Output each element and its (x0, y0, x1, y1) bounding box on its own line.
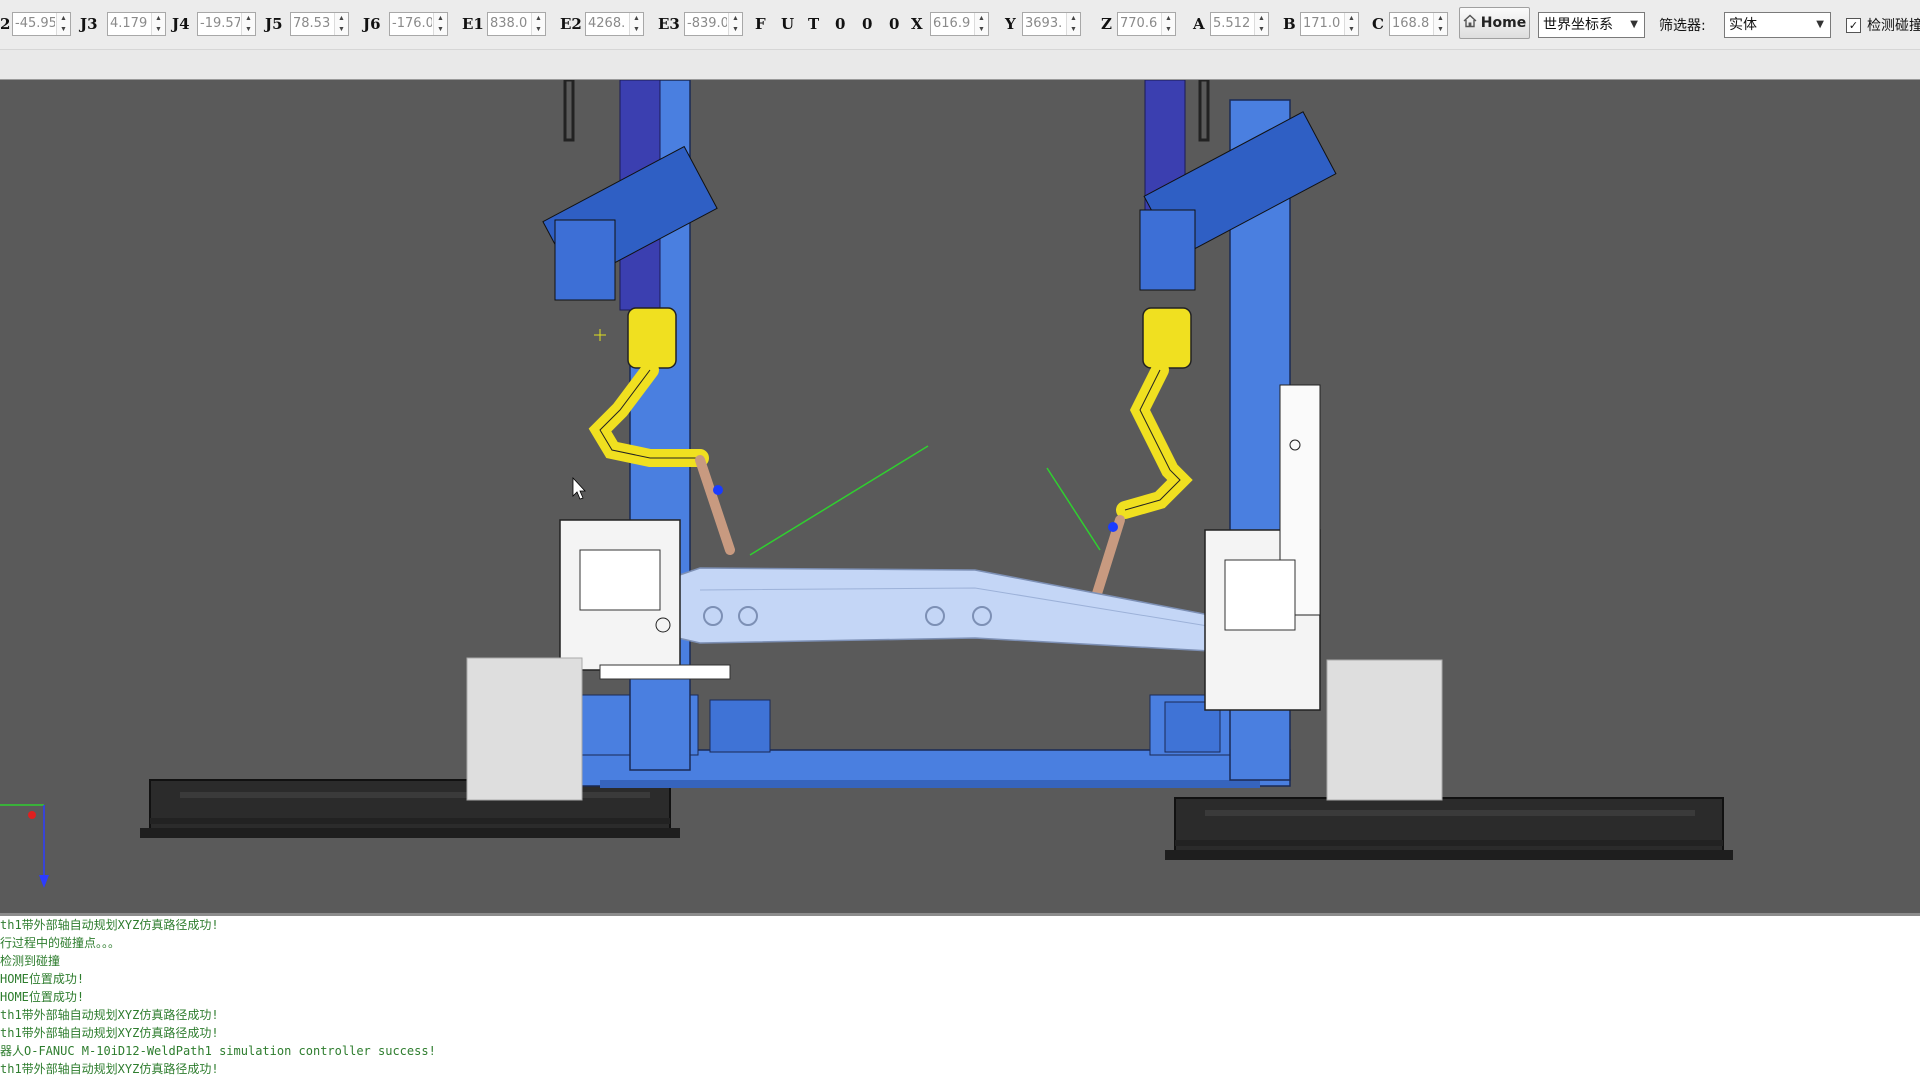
log-line: th1带外部轴自动规划XYZ仿真路径成功! (0, 1062, 219, 1076)
config-turn-2: 0 (862, 15, 873, 33)
home-button[interactable]: Home (1459, 7, 1530, 39)
workpiece-beam (664, 567, 1229, 653)
a-spinbox[interactable]: 5.512 ▲ ▼ (1210, 12, 1269, 36)
field-label-e3: E3 (658, 15, 680, 33)
log-line: 行过程中的碰撞点。。。 (0, 936, 121, 950)
config-letter-t: T (808, 15, 820, 33)
collision-check-checkbox[interactable]: ✓ 检测碰撞 (1846, 15, 1920, 35)
z-spinbox[interactable]: 770.6 ▲ ▼ (1117, 12, 1176, 36)
3d-viewport[interactable] (0, 80, 1920, 913)
field-label-b: B (1283, 15, 1296, 33)
field-label-y: Y (1005, 15, 1016, 33)
left-ground-rail (140, 779, 680, 838)
field-label-e2: E2 (560, 15, 582, 33)
filter-select[interactable]: 实体 ▼ (1724, 12, 1831, 38)
axis-triad-icon (0, 804, 49, 888)
coordinate-system-select[interactable]: 世界坐标系 ▼ (1538, 12, 1645, 38)
log-line: 器人O-FANUC M-10iD12-WeldPath1 simulation … (0, 1044, 436, 1058)
field-label-z: Z (1101, 15, 1112, 33)
log-line: th1带外部轴自动规划XYZ仿真路径成功! (0, 918, 219, 932)
log-line: 检测到碰撞 (0, 954, 61, 968)
filter-label: 筛选器: (1659, 18, 1706, 34)
e2-spinbox[interactable]: 4268. ▲ ▼ (585, 12, 644, 36)
j5-spinbox[interactable]: 78.53 ▲ ▼ (290, 12, 349, 36)
collision-check-label: 检测碰撞 (1867, 18, 1920, 34)
chevron-down-icon: ▼ (1816, 19, 1824, 30)
log-line: th1带外部轴自动规划XYZ仿真路径成功! (0, 1026, 219, 1040)
field-label-c: C (1372, 15, 1384, 33)
log-line: th1带外部轴自动规划XYZ仿真路径成功! (0, 1008, 219, 1022)
field-label-j3: J3 (80, 15, 98, 33)
log-line: HOME位置成功! (0, 990, 85, 1004)
chevron-down-icon: ▼ (1630, 19, 1638, 30)
output-log[interactable]: th1带外部轴自动规划XYZ仿真路径成功! 行过程中的碰撞点。。。 检测到碰撞 … (0, 916, 1920, 1080)
config-letter-u: U (781, 15, 795, 33)
field-label-x: X (911, 15, 923, 33)
j4-spinbox[interactable]: -19.57 ▲ ▼ (197, 12, 256, 36)
right-ground-rail (1165, 797, 1733, 860)
e1-spinbox[interactable]: 838.0 ▲ ▼ (487, 12, 546, 36)
left-block (466, 657, 583, 801)
right-robot (1046, 307, 1193, 605)
config-turn-1: 0 (835, 15, 846, 33)
field-label-a: A (1193, 15, 1205, 33)
scene-graphic (0, 80, 1733, 888)
field-label-j5: J5 (265, 15, 283, 33)
x-spinbox[interactable]: 616.9 ▲ ▼ (930, 12, 989, 36)
mouse-pointer-icon (572, 476, 586, 500)
e3-spinbox[interactable]: -839.0 ▲ ▼ (684, 12, 743, 36)
coordinate-system-value: 世界坐标系 (1543, 17, 1613, 33)
parameter-toolbar: 2 -45.95 ▲ ▼ J3 4.179 ▲ ▼ J4 -19.57 ▲ ▼ J5 78.… (0, 0, 1920, 50)
field-label-j4: J4 (172, 15, 190, 33)
crosshair-icon (594, 329, 606, 341)
secondary-toolbar (0, 50, 1920, 80)
checkmark-icon: ✓ (1846, 17, 1861, 33)
home-button-label: Home (1480, 15, 1527, 31)
j2-spinbox[interactable]: -45.95 ▲ ▼ (12, 12, 71, 36)
field-label-j6: J6 (363, 15, 381, 33)
log-line: HOME位置成功! (0, 972, 85, 986)
j3-spinbox[interactable]: 4.179 ▲ ▼ (107, 12, 166, 36)
j6-spinbox[interactable]: -176.0 ▲ ▼ (389, 12, 448, 36)
c-spinbox[interactable]: 168.8 ▲ ▼ (1389, 12, 1448, 36)
field-label-e1: E1 (462, 15, 484, 33)
field-label-j2: 2 (0, 15, 11, 33)
b-spinbox[interactable]: 171.0 ▲ ▼ (1300, 12, 1359, 36)
config-turn-3: 0 (889, 15, 900, 33)
home-icon (1463, 14, 1477, 32)
config-letter-f: F (755, 15, 766, 33)
right-block (1326, 659, 1443, 801)
filter-value: 实体 (1729, 17, 1757, 33)
y-spinbox[interactable]: 3693. ▲ ▼ (1022, 12, 1081, 36)
